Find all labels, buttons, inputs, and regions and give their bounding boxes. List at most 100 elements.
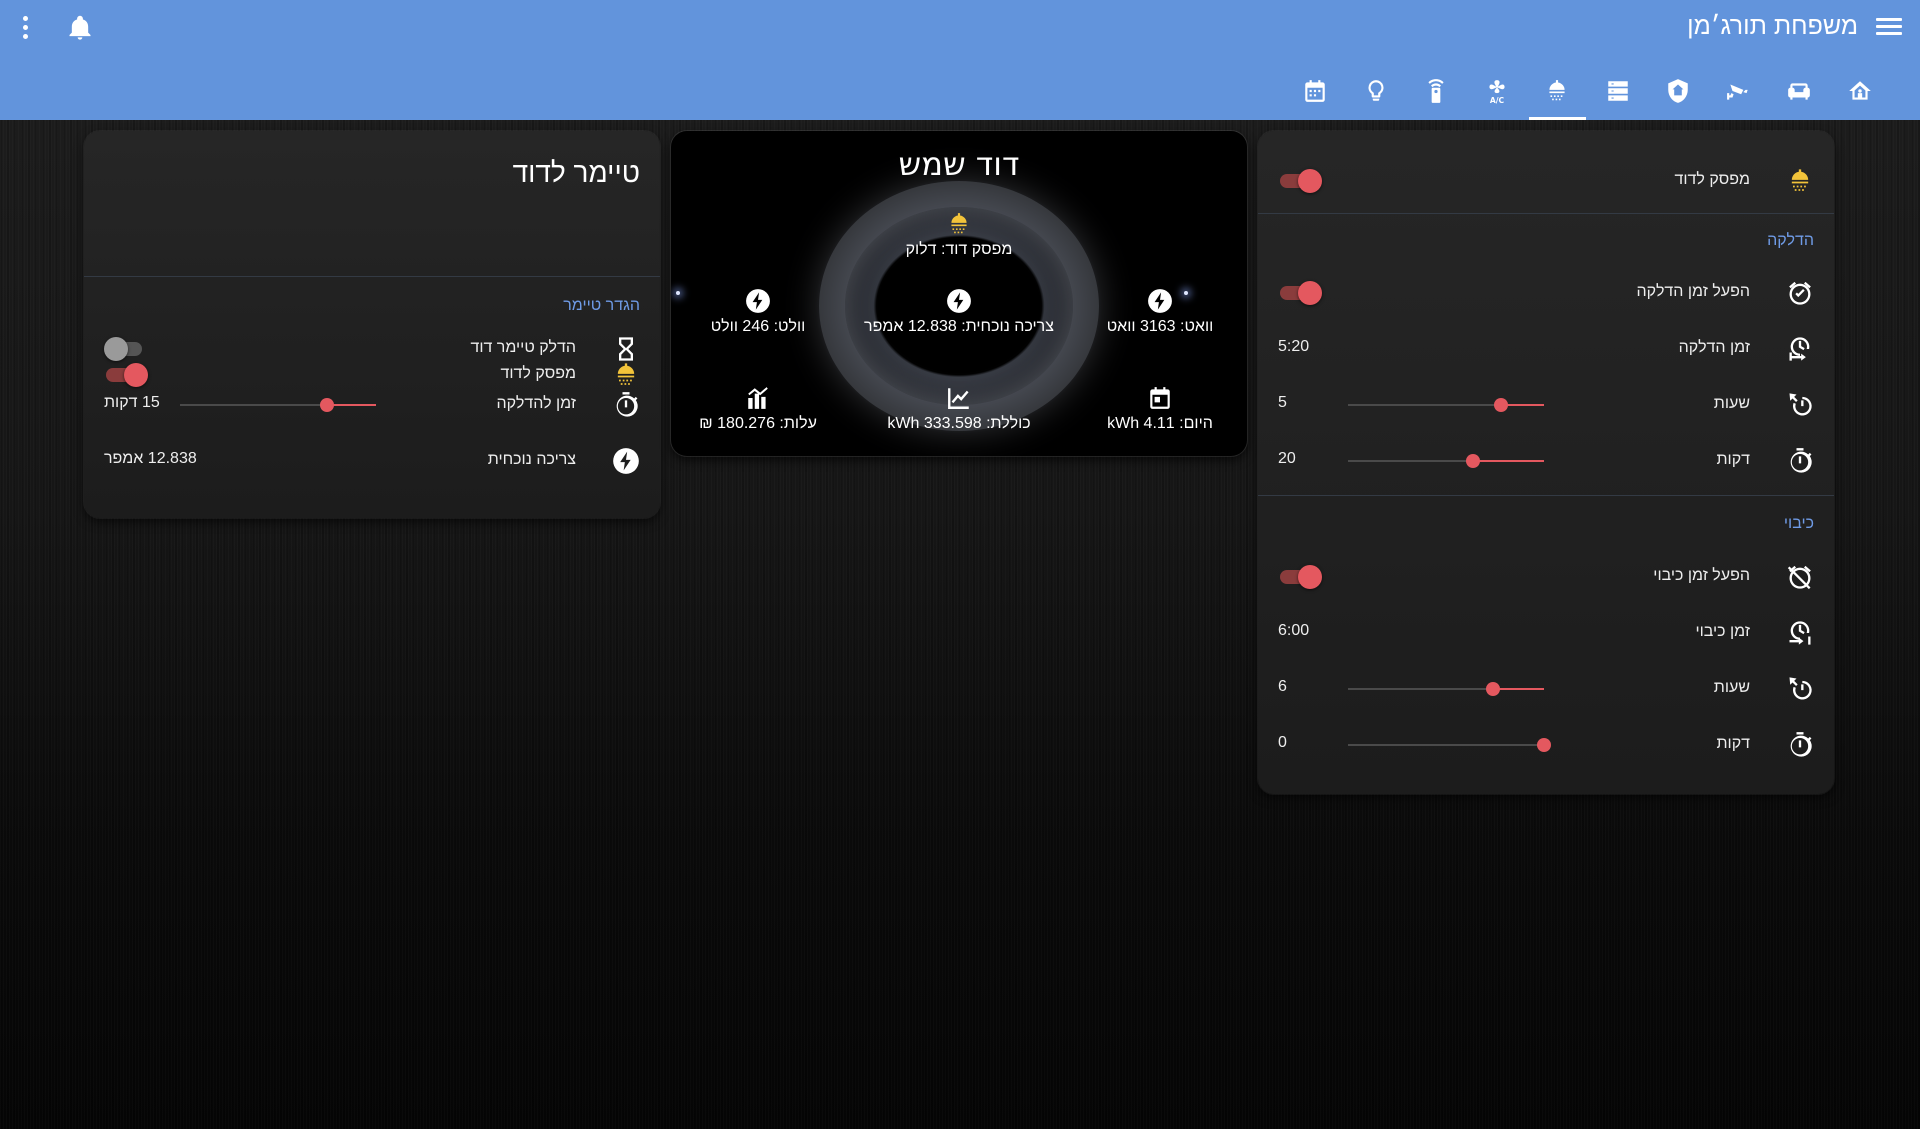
timer-icon bbox=[1790, 448, 1812, 473]
tab-calendar[interactable] bbox=[1285, 68, 1346, 120]
off-time-row: זמן כיבוי 6:00 bbox=[1258, 605, 1834, 661]
lightbulb-icon bbox=[1368, 80, 1384, 101]
off-time-label: זמן כיבוי bbox=[1695, 623, 1750, 640]
air-conditioner-icon: A/C bbox=[1489, 80, 1505, 104]
water-heater-icon bbox=[951, 213, 967, 234]
timer-toggle-row: הדלק טיימר דוד bbox=[84, 321, 660, 377]
off-minutes-value: 0 bbox=[1278, 734, 1287, 751]
on-hours-value: 5 bbox=[1278, 394, 1287, 411]
on-minutes-slider[interactable] bbox=[1348, 453, 1544, 469]
on-hours-row: שעות 5 bbox=[1258, 377, 1834, 433]
clock-end-icon bbox=[1789, 621, 1811, 645]
current-item: צריכה נוכחית: 12.838 אמפר bbox=[859, 288, 1059, 336]
view-tabs: A/C bbox=[1285, 68, 1890, 120]
watt-item: וואט: 3163 וואט bbox=[1060, 288, 1247, 336]
heater-status-text: מפסק דוד: דלוק bbox=[905, 241, 1013, 258]
off-section-label: כיבוי bbox=[1783, 515, 1814, 532]
total-text: כוללת: 333.598 kWh bbox=[887, 415, 1031, 432]
today-text: היום: 4.11 kWh bbox=[1107, 415, 1213, 432]
remote-icon bbox=[1428, 79, 1444, 103]
solar-card-title: דוד שמש bbox=[898, 145, 1020, 183]
on-time-row: זמן הדלקה 5:20 bbox=[1258, 321, 1834, 377]
today-item: היום: 4.11 kWh bbox=[1060, 385, 1247, 433]
timer-card-title: טיימר לדוד bbox=[512, 157, 640, 188]
timer-icon bbox=[1790, 732, 1812, 757]
hourglass-icon bbox=[619, 337, 633, 361]
off-minutes-slider[interactable] bbox=[1348, 737, 1551, 753]
divider bbox=[84, 276, 660, 277]
heater-status-item[interactable]: מפסק דוד: דלוק bbox=[859, 211, 1059, 259]
current-label: צריכה נוכחית bbox=[487, 451, 576, 468]
cctv-icon bbox=[1726, 84, 1748, 100]
sofa-icon bbox=[1788, 83, 1811, 100]
alarm-check-icon bbox=[1789, 281, 1811, 305]
heater-switch-toggle[interactable] bbox=[1278, 169, 1322, 193]
shield-home-icon bbox=[1668, 79, 1688, 103]
server-icon bbox=[1608, 81, 1628, 101]
more-options-icon[interactable] bbox=[18, 14, 32, 40]
divider bbox=[1258, 213, 1834, 214]
menu-icon[interactable] bbox=[1876, 14, 1902, 40]
timer-section-label: הגדר טיימר bbox=[563, 297, 640, 314]
flash-circle-icon bbox=[947, 289, 971, 313]
on-minutes-value: 20 bbox=[1278, 450, 1296, 467]
bell-icon[interactable] bbox=[66, 14, 94, 42]
on-hours-slider[interactable] bbox=[1348, 397, 1544, 413]
timer-arrow-icon bbox=[1789, 393, 1812, 416]
off-time-value[interactable]: 6:00 bbox=[1278, 622, 1309, 640]
on-enable-toggle[interactable] bbox=[1278, 281, 1322, 305]
tab-air-conditioner[interactable]: A/C bbox=[1467, 68, 1528, 120]
tab-lights[interactable] bbox=[1346, 68, 1407, 120]
cost-item: עלות: 180.276 ₪ bbox=[671, 385, 858, 433]
off-enable-label: הפעל זמן כיבוי bbox=[1653, 567, 1750, 584]
tab-cameras[interactable] bbox=[1709, 68, 1770, 120]
cost-text: עלות: 180.276 ₪ bbox=[699, 415, 817, 432]
heater-switch-label: מפסק לדוד bbox=[1674, 171, 1751, 188]
on-time-value[interactable]: 5:20 bbox=[1278, 338, 1309, 356]
calendar-icon bbox=[1305, 80, 1325, 102]
on-enable-row: הפעל זמן הדלקה bbox=[1258, 265, 1834, 321]
off-enable-row: הפעל זמן כיבוי bbox=[1258, 549, 1834, 605]
tab-water-heater[interactable] bbox=[1527, 68, 1588, 120]
off-minutes-label: דקות bbox=[1716, 735, 1750, 752]
on-section-label: הדלקה bbox=[1767, 232, 1814, 249]
tab-servers[interactable] bbox=[1588, 68, 1649, 120]
chart-bar-icon bbox=[748, 387, 768, 409]
on-time-label: זמן הדלקה bbox=[1678, 339, 1750, 356]
calendar-today-icon bbox=[1150, 387, 1170, 409]
timer-toggle[interactable] bbox=[104, 337, 148, 361]
tab-security[interactable] bbox=[1648, 68, 1709, 120]
svg-text:A/C: A/C bbox=[1490, 96, 1505, 104]
water-heater-icon bbox=[1549, 80, 1565, 101]
schedule-card: מפסק לדוד הדלקה הפעל זמן הדלקה זמן הדלקה… bbox=[1258, 131, 1834, 794]
chart-line-icon bbox=[948, 388, 969, 409]
app-title: משפחת תורג׳מן bbox=[1687, 12, 1858, 40]
flash-circle-icon bbox=[1148, 289, 1172, 313]
current-row: צריכה נוכחית 12.838 אמפר bbox=[84, 433, 660, 489]
top-app-bar: משפחת תורג׳מן A/C bbox=[0, 0, 1920, 120]
duration-label: זמן להדלקה bbox=[496, 395, 576, 412]
on-minutes-row: דקות 20 bbox=[1258, 433, 1834, 489]
total-item: כוללת: 333.598 kWh bbox=[859, 385, 1059, 433]
timer-arrow-icon bbox=[1789, 677, 1812, 700]
tab-living-room[interactable] bbox=[1769, 68, 1830, 120]
timer-card: טיימר לדוד מפסק לדוד הגדר טיימר הדלק טיי… bbox=[84, 131, 660, 518]
off-hours-row: שעות 6 bbox=[1258, 661, 1834, 717]
off-hours-slider[interactable] bbox=[1348, 681, 1544, 697]
duration-row: זמן להדלקה 15 דקות bbox=[84, 377, 660, 433]
tab-home[interactable] bbox=[1830, 68, 1891, 120]
duration-slider[interactable] bbox=[180, 397, 376, 413]
clock-start-icon bbox=[1789, 337, 1810, 361]
on-enable-label: הפעל זמן הדלקה bbox=[1636, 283, 1750, 300]
alarm-off-icon bbox=[1787, 565, 1811, 590]
solar-heater-card: דוד שמש מפסק דוד: דלוק וואט: 3163 וואט צ… bbox=[671, 131, 1247, 456]
water-heater-icon bbox=[1791, 169, 1809, 191]
current-value: 12.838 אמפר bbox=[104, 450, 197, 467]
duration-value: 15 דקות bbox=[104, 394, 160, 411]
on-hours-label: שעות bbox=[1713, 395, 1750, 412]
tab-remote[interactable] bbox=[1406, 68, 1467, 120]
watt-text: וואט: 3163 וואט bbox=[1106, 318, 1214, 335]
divider bbox=[1258, 495, 1834, 496]
timer-icon bbox=[616, 392, 638, 417]
off-enable-toggle[interactable] bbox=[1278, 565, 1322, 589]
